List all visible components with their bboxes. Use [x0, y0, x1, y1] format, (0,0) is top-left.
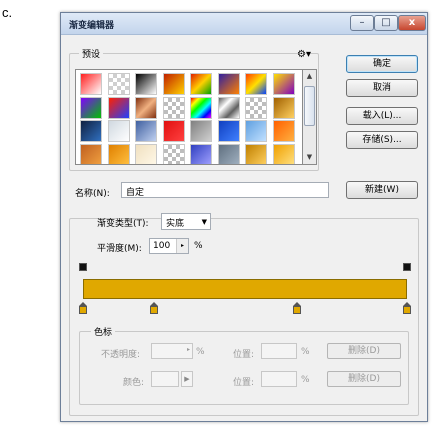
preset-swatch-rainbow[interactable] [190, 96, 212, 119]
scroll-thumb[interactable] [304, 86, 315, 126]
title-bar: 渐变编辑器 – □ x [61, 13, 427, 35]
color-stop[interactable] [150, 302, 159, 314]
preset-swatch-orange-yellow[interactable] [162, 73, 185, 95]
ok-button[interactable]: 确定 [346, 55, 418, 73]
preset-swatch-red-gold-blue[interactable] [245, 73, 267, 95]
color-stop[interactable] [292, 302, 301, 314]
preset-swatch-purple-orange[interactable] [217, 73, 240, 95]
gradient-preview-bar[interactable] [83, 279, 407, 299]
opacity-location-unit: % [301, 347, 310, 357]
color-location-input[interactable] [261, 371, 297, 387]
name-label: 名称(N): [75, 189, 110, 199]
color-stop[interactable] [79, 302, 87, 314]
scroll-up-icon[interactable]: ▲ [303, 70, 316, 83]
smoothness-unit: % [194, 241, 203, 251]
opacity-location-input[interactable] [261, 343, 297, 359]
preset-swatch-steel-blue[interactable] [135, 120, 157, 142]
preset-swatch-orange[interactable] [272, 120, 295, 142]
preset-swatch-grid[interactable] [75, 69, 303, 165]
preset-swatch-blue-dark[interactable] [80, 120, 102, 142]
preset-swatch-checker[interactable] [162, 96, 185, 119]
smoothness-input[interactable]: 100 ▸ [149, 238, 189, 254]
cancel-button[interactable]: 取消 [346, 79, 418, 97]
color-label: 颜色: [123, 378, 145, 388]
preset-swatch-blue-light[interactable] [107, 120, 130, 142]
gradient-type-label: 渐变类型(T): [97, 219, 149, 229]
preset-swatch-gold[interactable] [272, 96, 295, 119]
load-button[interactable]: 载入(L)... [346, 107, 418, 125]
color-swatch[interactable] [151, 371, 179, 387]
close-button[interactable]: x [398, 15, 426, 31]
new-button[interactable]: 新建(W) [346, 181, 418, 199]
gear-icon[interactable]: ⚙▾ [297, 49, 311, 60]
preset-swatch-yellow-purple[interactable] [272, 73, 295, 95]
opacity-input[interactable]: ▸ [151, 343, 193, 359]
save-button[interactable]: 存储(S)... [346, 131, 418, 149]
minimize-button[interactable]: – [350, 15, 374, 31]
opacity-stop[interactable] [403, 263, 411, 274]
stepper-arrow-icon[interactable]: ▸ [176, 239, 188, 253]
opacity-label: 不透明度: [101, 350, 141, 360]
preset-swatch-sky[interactable] [245, 120, 267, 142]
preset-swatch-violet-green[interactable] [80, 96, 102, 119]
preset-swatch-black-white[interactable] [135, 73, 157, 95]
figure-caption: c. [2, 5, 13, 20]
preset-swatch-red-blue[interactable] [107, 96, 130, 119]
delete-color-stop-button[interactable]: 删除(D) [327, 371, 401, 387]
preset-swatch-slate[interactable] [217, 143, 240, 164]
preset-swatch-blue[interactable] [217, 120, 240, 142]
preset-swatch-copper[interactable] [135, 96, 157, 119]
opacity-stop[interactable] [79, 263, 87, 274]
preset-swatch-checker[interactable] [245, 96, 267, 119]
stops-label: 色标 [91, 325, 116, 338]
gradient-type-select[interactable]: 实底 ▼ [161, 213, 211, 230]
color-location-label: 位置: [233, 378, 255, 388]
preset-swatch-cream[interactable] [135, 143, 157, 164]
opacity-unit: % [196, 347, 205, 357]
presets-label: 预设 [79, 47, 104, 60]
preset-swatch-blue-violet[interactable] [190, 143, 212, 164]
chevron-down-icon: ▼ [201, 218, 207, 226]
preset-swatch-transparent[interactable] [107, 73, 130, 95]
color-stop[interactable] [403, 302, 411, 314]
preset-swatch-red-green[interactable] [190, 73, 212, 95]
opacity-location-label: 位置: [233, 350, 255, 360]
window-title: 渐变编辑器 [69, 21, 115, 31]
preset-scrollbar[interactable]: ▲ ▼ [303, 69, 317, 165]
scroll-down-icon[interactable]: ▼ [303, 151, 316, 164]
gradient-type-value: 实底 [166, 219, 185, 229]
preset-swatch-orange-gold[interactable] [107, 143, 130, 164]
maximize-button[interactable]: □ [374, 15, 398, 31]
preset-swatch-checker[interactable] [162, 143, 185, 164]
color-picker-arrow-icon[interactable]: ▶ [181, 371, 193, 387]
gradient-editor-window: 渐变编辑器 – □ x 预设 ⚙▾ ▲ ▼ 确定 取消 载入(L)... 存储(… [60, 12, 428, 422]
color-location-unit: % [301, 375, 310, 385]
smoothness-value: 100 [153, 241, 171, 251]
preset-swatch-orange-tan[interactable] [80, 143, 102, 164]
preset-swatch-gold-bright[interactable] [272, 143, 295, 164]
preset-swatch-gold-warm[interactable] [245, 143, 267, 164]
stepper-arrow-icon: ▸ [186, 346, 190, 353]
preset-swatch-red-white[interactable] [80, 73, 102, 95]
preset-swatch-chrome[interactable] [217, 96, 240, 119]
preset-swatch-gray[interactable] [190, 120, 212, 142]
delete-opacity-stop-button[interactable]: 删除(D) [327, 343, 401, 359]
name-input[interactable]: 自定 [121, 182, 329, 198]
smoothness-label: 平滑度(M): [97, 244, 142, 254]
preset-swatch-red[interactable] [162, 120, 185, 142]
